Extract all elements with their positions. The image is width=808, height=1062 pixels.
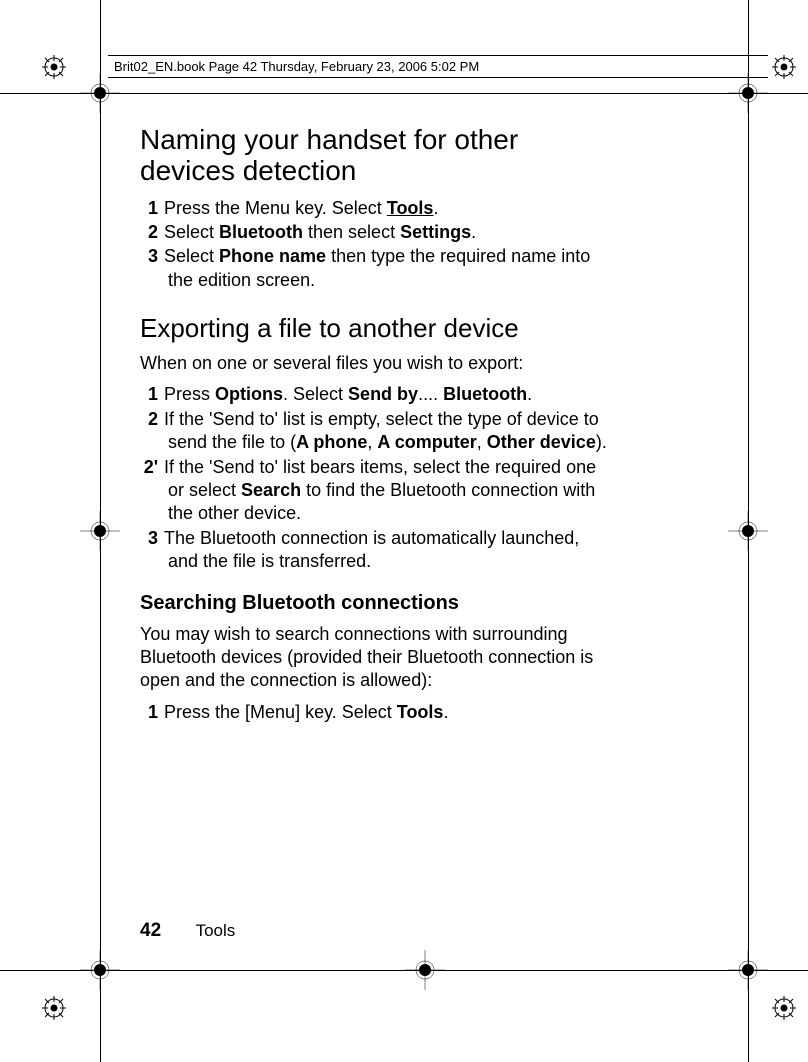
- intro-searching: You may wish to search connections with …: [140, 623, 610, 693]
- heading-searching: Searching Bluetooth connections: [140, 592, 610, 615]
- registration-mark-icon: [770, 994, 798, 1022]
- content-area: Naming your handset for other devices de…: [140, 125, 610, 725]
- crop-line-bottom: [0, 970, 808, 971]
- header-text: Brit02_EN.book Page 42 Thursday, Februar…: [114, 59, 479, 74]
- page-number: 42: [140, 920, 161, 941]
- steps-naming: 1Press the Menu key. Select Tools. 2Sele…: [140, 197, 610, 293]
- step-2: 2Select Bluetooth then select Settings.: [168, 221, 610, 244]
- registration-mark-icon: [770, 53, 798, 81]
- step-1: 1Press Options. Select Send by.... Bluet…: [168, 383, 610, 406]
- step-1: 1Press the [Menu] key. Select Tools.: [168, 701, 610, 724]
- footer-section: Tools: [196, 921, 236, 940]
- step-2-prime: 2'If the 'Send to' list bears items, sel…: [168, 456, 610, 526]
- step-3: 3Select Phone name then type the require…: [168, 245, 610, 292]
- steps-searching: 1Press the [Menu] key. Select Tools.: [140, 701, 610, 724]
- registration-mark-icon: [40, 994, 68, 1022]
- intro-exporting: When on one or several files you wish to…: [140, 352, 610, 375]
- crop-target-icon: [80, 950, 120, 990]
- step-3: 3The Bluetooth connection is automatical…: [168, 527, 610, 574]
- page-header: Brit02_EN.book Page 42 Thursday, Februar…: [108, 55, 768, 78]
- heading-exporting: Exporting a file to another device: [140, 314, 610, 344]
- page: Brit02_EN.book Page 42 Thursday, Februar…: [0, 0, 808, 1062]
- crop-target-icon: [728, 73, 768, 113]
- crop-target-icon: [80, 511, 120, 551]
- crop-target-icon: [728, 950, 768, 990]
- crop-target-icon: [80, 73, 120, 113]
- heading-naming-handset: Naming your handset for other devices de…: [140, 125, 610, 187]
- crop-target-icon: [728, 511, 768, 551]
- page-footer: 42 Tools: [140, 920, 235, 942]
- registration-mark-icon: [40, 53, 68, 81]
- crop-line-top: [0, 93, 808, 94]
- step-2: 2If the 'Send to' list is empty, select …: [168, 408, 610, 455]
- steps-exporting: 1Press Options. Select Send by.... Bluet…: [140, 383, 610, 573]
- step-1: 1Press the Menu key. Select Tools.: [168, 197, 610, 220]
- crop-target-icon: [405, 950, 445, 990]
